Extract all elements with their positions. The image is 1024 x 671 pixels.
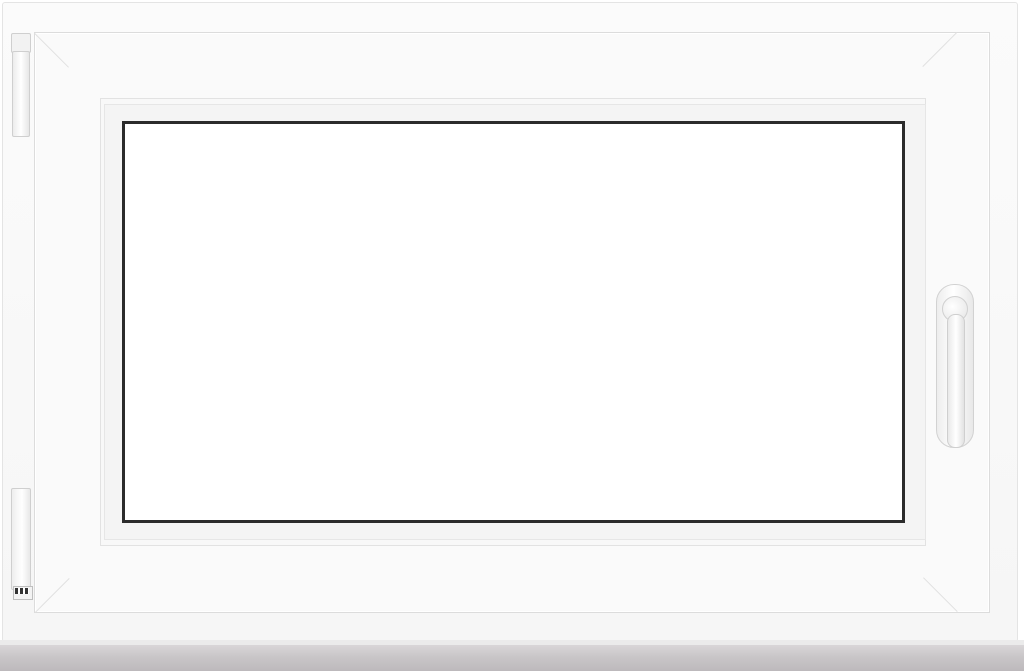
hinge-pin-detail: [15, 588, 29, 594]
window-product: [0, 0, 1024, 671]
top-hinge-icon: [9, 33, 31, 137]
hinge-cap: [11, 33, 31, 53]
bottom-hinge-icon: [9, 488, 35, 612]
glass-pane: [122, 121, 905, 523]
hinge-body: [12, 51, 30, 137]
window-sill: [0, 645, 1024, 671]
handle-lever[interactable]: [947, 314, 965, 448]
window-handle-icon[interactable]: [932, 284, 976, 450]
hinge-body: [11, 488, 31, 590]
